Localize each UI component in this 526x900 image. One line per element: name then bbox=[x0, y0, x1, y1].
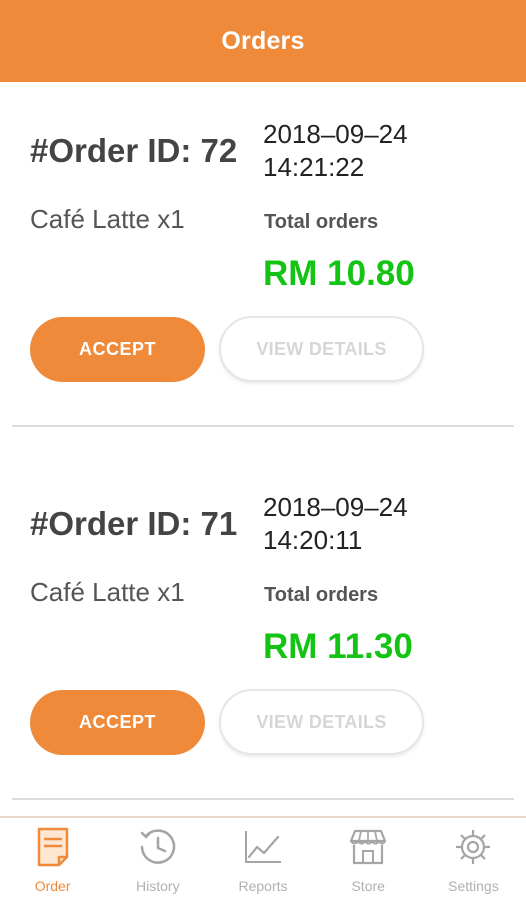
order-timestamp: 2018–09–24 14:21:22 bbox=[263, 118, 408, 184]
order-items: Café Latte x1 bbox=[30, 204, 185, 234]
total-label: Total orders bbox=[264, 211, 379, 233]
nav-label: Store bbox=[351, 878, 385, 894]
nav-item-history[interactable]: History bbox=[105, 818, 210, 900]
order-id: #Order ID: 72 bbox=[30, 132, 238, 169]
bottom-nav: Order History Reports Store Settings bbox=[0, 816, 526, 900]
order-list[interactable]: #Order ID: 72 2018–09–24 14:21:22 Café L… bbox=[0, 82, 526, 816]
order-date: 2018–09–24 bbox=[263, 119, 408, 149]
divider bbox=[12, 425, 514, 427]
total-label: Total orders bbox=[264, 584, 379, 606]
view-details-button[interactable]: VIEW DETAILS bbox=[219, 316, 424, 382]
nav-label: History bbox=[136, 878, 180, 894]
nav-item-store[interactable]: Store bbox=[316, 818, 421, 900]
order-timestamp: 2018–09–24 14:20:11 bbox=[263, 491, 408, 557]
nav-item-settings[interactable]: Settings bbox=[421, 818, 526, 900]
order-time: 14:20:11 bbox=[263, 525, 363, 555]
view-details-button[interactable]: VIEW DETAILS bbox=[219, 689, 424, 755]
nav-item-order[interactable]: Order bbox=[0, 818, 105, 900]
order-card: #Order ID: 71 2018–09–24 14:20:11 Café L… bbox=[0, 455, 526, 816]
nav-label: Reports bbox=[238, 878, 288, 894]
order-date: 2018–09–24 bbox=[263, 492, 408, 522]
order-items: Café Latte x1 bbox=[30, 577, 185, 607]
settings-gear-icon bbox=[453, 826, 493, 868]
history-clock-icon bbox=[138, 826, 178, 868]
divider bbox=[12, 798, 514, 800]
nav-label: Settings bbox=[448, 878, 499, 894]
nav-item-reports[interactable]: Reports bbox=[210, 818, 315, 900]
app-bar: Orders bbox=[0, 0, 526, 82]
order-card: #Order ID: 72 2018–09–24 14:21:22 Café L… bbox=[0, 82, 526, 455]
order-id: #Order ID: 71 bbox=[30, 505, 238, 542]
nav-label: Order bbox=[34, 878, 71, 894]
total-value: RM 11.30 bbox=[263, 627, 413, 666]
total-value: RM 10.80 bbox=[263, 254, 415, 293]
accept-button[interactable]: ACCEPT bbox=[30, 317, 205, 382]
order-receipt-icon bbox=[33, 826, 73, 868]
order-time: 14:21:22 bbox=[263, 152, 365, 182]
accept-button[interactable]: ACCEPT bbox=[30, 690, 205, 755]
page-title: Orders bbox=[221, 26, 305, 55]
reports-chart-icon bbox=[243, 826, 283, 868]
store-icon bbox=[348, 826, 388, 868]
